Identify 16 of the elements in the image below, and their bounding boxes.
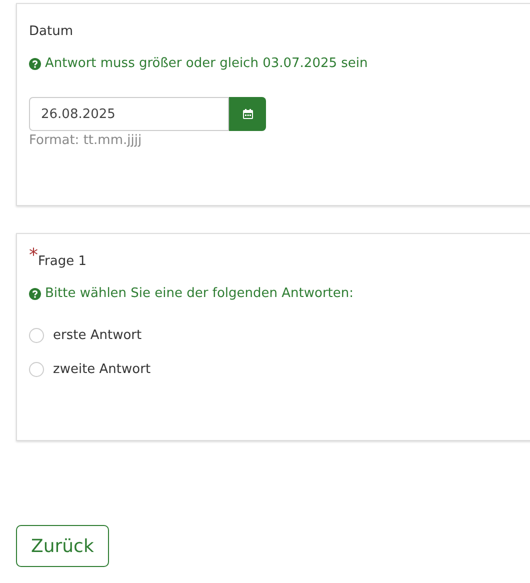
help-text: Bitte wählen Sie eine der folgenden Antworten: (45, 286, 354, 301)
option-label: zweite Antwort (53, 362, 151, 377)
back-button[interactable]: Zurück (16, 525, 109, 567)
date-field[interactable]: 26.08.2025 (29, 97, 229, 131)
required-mark: * (29, 249, 38, 263)
calendar-button[interactable] (229, 97, 266, 131)
question-label: Frage 1 (38, 253, 86, 271)
option-label: erste Antwort (53, 328, 142, 343)
question-label: Datum (29, 23, 73, 41)
radio-button[interactable] (29, 362, 44, 377)
format-hint: Format: tt.mm.jjjj (29, 133, 143, 148)
help-text: Antwort muss größer oder gleich 03.07.2025 sein (45, 56, 368, 71)
radio-button[interactable] (29, 328, 44, 343)
help-icon (29, 288, 41, 300)
help-icon (29, 58, 41, 70)
calendar-icon (242, 108, 254, 120)
